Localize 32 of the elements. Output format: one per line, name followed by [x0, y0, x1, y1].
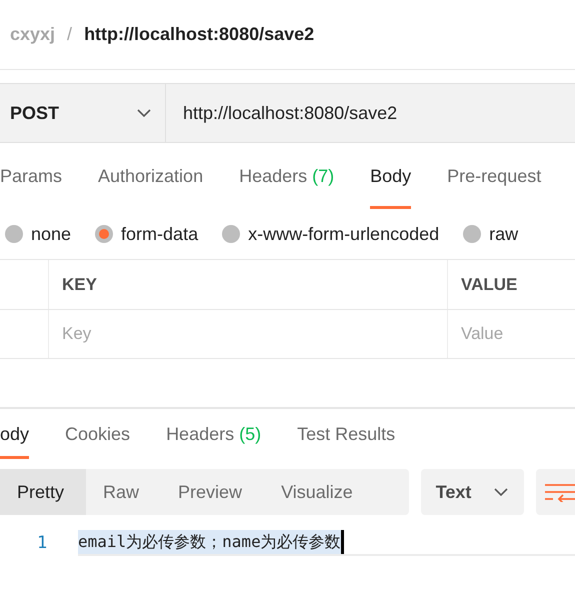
radio-label: none [31, 224, 72, 244]
response-tab[interactable]: Cookies [65, 409, 130, 459]
view-mode-button[interactable]: Pretty [0, 469, 86, 515]
request-tab[interactable]: Authorization [98, 143, 204, 209]
url-field[interactable]: http://localhost:8080/save2 [166, 84, 575, 142]
response-tab[interactable]: Test Results [297, 409, 396, 459]
view-mode-button[interactable]: Raw [86, 469, 162, 515]
request-tab[interactable]: Params [0, 143, 62, 209]
radio-button[interactable] [222, 225, 240, 243]
request-name: http://localhost:8080/save2 [84, 24, 314, 45]
format-dropdown[interactable]: Text [420, 469, 524, 515]
view-mode-button[interactable]: Preview [161, 469, 264, 515]
breadcrumb-separator: / [67, 24, 72, 45]
request-tab[interactable]: Pre-request [447, 143, 542, 209]
request-tab[interactable]: Headers (7) [239, 143, 334, 209]
radio-label: form-data [121, 224, 198, 244]
radio-label: x-www-form-urlencoded [248, 224, 440, 244]
response-tab[interactable]: Headers (5) [166, 409, 262, 459]
wrap-lines-icon [543, 482, 575, 502]
view-mode-button[interactable]: Visualize [264, 469, 375, 515]
radio-button[interactable] [95, 225, 114, 243]
column-header: KEY [48, 260, 447, 309]
radio-button[interactable] [5, 225, 23, 243]
chevron-down-icon [137, 109, 151, 117]
chevron-down-icon [494, 488, 508, 496]
radio-label: raw [489, 224, 518, 244]
wrap-lines-button[interactable] [536, 469, 575, 515]
column-header: VALUE [447, 260, 575, 309]
request-tab[interactable]: Body [370, 143, 412, 209]
line-number: 1 [36, 533, 48, 553]
radio-button[interactable] [463, 225, 482, 243]
response-tab[interactable]: ody [0, 409, 30, 459]
